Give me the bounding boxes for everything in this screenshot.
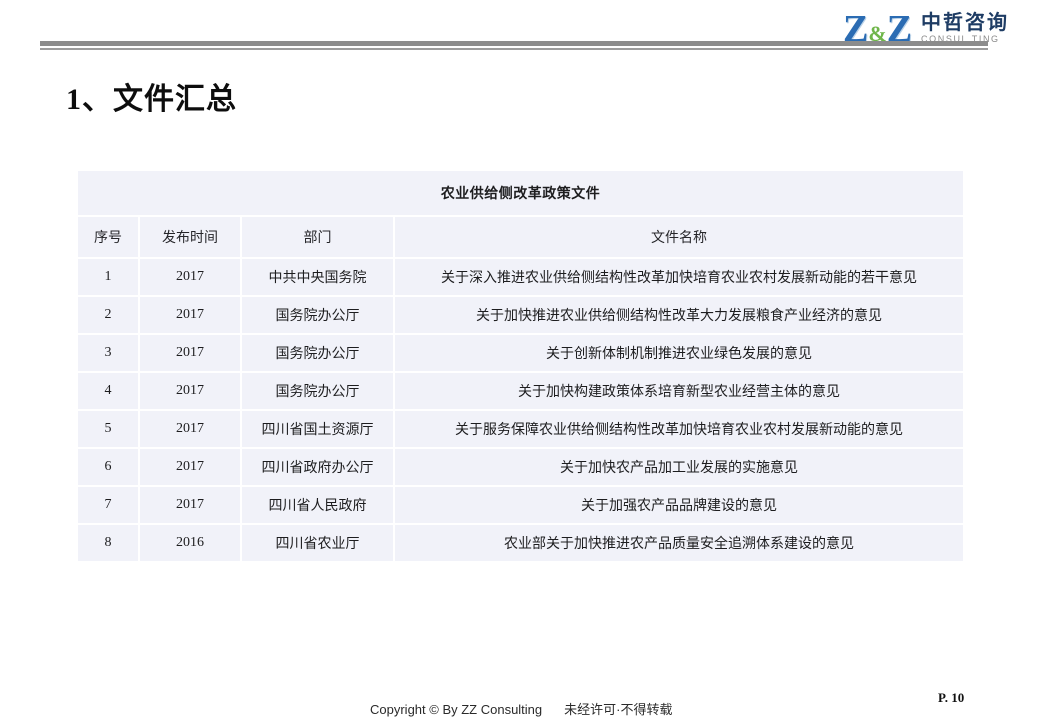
cell-doc: 关于服务保障农业供给侧结构性改革加快培育农业农村发展新动能的意见 [394,410,964,448]
page-title: 1、文件汇总 [66,74,237,118]
cell-no: 7 [77,486,139,524]
company-name-chinese: 中哲咨询 [921,12,1009,34]
cell-no: 6 [77,448,139,486]
cell-no: 3 [77,334,139,372]
column-header-dept: 部门 [241,216,394,258]
cell-year: 2017 [139,410,241,448]
table-row: 2 2017 国务院办公厅 关于加快推进农业供给侧结构性改革大力发展粮食产业经济… [77,296,964,334]
no-reproduction-notice: 未经许可·不得转载 [564,699,672,718]
table-row: 4 2017 国务院办公厅 关于加快构建政策体系培育新型农业经营主体的意见 [77,372,964,410]
table-row: 8 2016 四川省农业厅 农业部关于加快推进农产品质量安全追溯体系建设的意见 [77,524,964,562]
cell-year: 2016 [139,524,241,562]
table-row: 3 2017 国务院办公厅 关于创新体制机制推进农业绿色发展的意见 [77,334,964,372]
column-header-no: 序号 [77,216,139,258]
cell-dept: 国务院办公厅 [241,334,394,372]
column-header-doc: 文件名称 [394,216,964,258]
header-rule-thick [40,41,988,46]
header-rule-thin [40,48,988,50]
cell-dept: 四川省农业厅 [241,524,394,562]
cell-dept: 四川省政府办公厅 [241,448,394,486]
cell-year: 2017 [139,372,241,410]
policy-document-table: 农业供给侧改革政策文件 序号 发布时间 部门 文件名称 1 2017 中共中央国… [76,169,965,563]
cell-doc: 关于加快农产品加工业发展的实施意见 [394,448,964,486]
cell-dept: 四川省人民政府 [241,486,394,524]
cell-dept: 四川省国土资源厅 [241,410,394,448]
copyright-text: Copyright © By ZZ Consulting [370,702,542,717]
cell-year: 2017 [139,258,241,296]
page-number: P. 10 [938,690,964,706]
cell-doc: 关于加快推进农业供给侧结构性改革大力发展粮食产业经济的意见 [394,296,964,334]
cell-dept: 国务院办公厅 [241,296,394,334]
cell-no: 2 [77,296,139,334]
cell-year: 2017 [139,448,241,486]
table-title-row: 农业供给侧改革政策文件 [77,170,964,216]
table-title: 农业供给侧改革政策文件 [77,170,964,216]
table-header-row: 序号 发布时间 部门 文件名称 [77,216,964,258]
cell-dept: 国务院办公厅 [241,372,394,410]
cell-doc: 农业部关于加快推进农产品质量安全追溯体系建设的意见 [394,524,964,562]
cell-no: 5 [77,410,139,448]
cell-dept: 中共中央国务院 [241,258,394,296]
cell-doc: 关于深入推进农业供给侧结构性改革加快培育农业农村发展新动能的若干意见 [394,258,964,296]
table-row: 6 2017 四川省政府办公厅 关于加快农产品加工业发展的实施意见 [77,448,964,486]
table-row: 7 2017 四川省人民政府 关于加强农产品品牌建设的意见 [77,486,964,524]
column-header-year: 发布时间 [139,216,241,258]
cell-no: 1 [77,258,139,296]
cell-no: 4 [77,372,139,410]
cell-year: 2017 [139,486,241,524]
cell-doc: 关于加强农产品品牌建设的意见 [394,486,964,524]
table-row: 5 2017 四川省国土资源厅 关于服务保障农业供给侧结构性改革加快培育农业农村… [77,410,964,448]
footer: Copyright © By ZZ Consulting 未经许可·不得转载 [370,699,673,718]
table-row: 1 2017 中共中央国务院 关于深入推进农业供给侧结构性改革加快培育农业农村发… [77,258,964,296]
cell-year: 2017 [139,296,241,334]
cell-doc: 关于加快构建政策体系培育新型农业经营主体的意见 [394,372,964,410]
cell-no: 8 [77,524,139,562]
cell-doc: 关于创新体制机制推进农业绿色发展的意见 [394,334,964,372]
cell-year: 2017 [139,334,241,372]
